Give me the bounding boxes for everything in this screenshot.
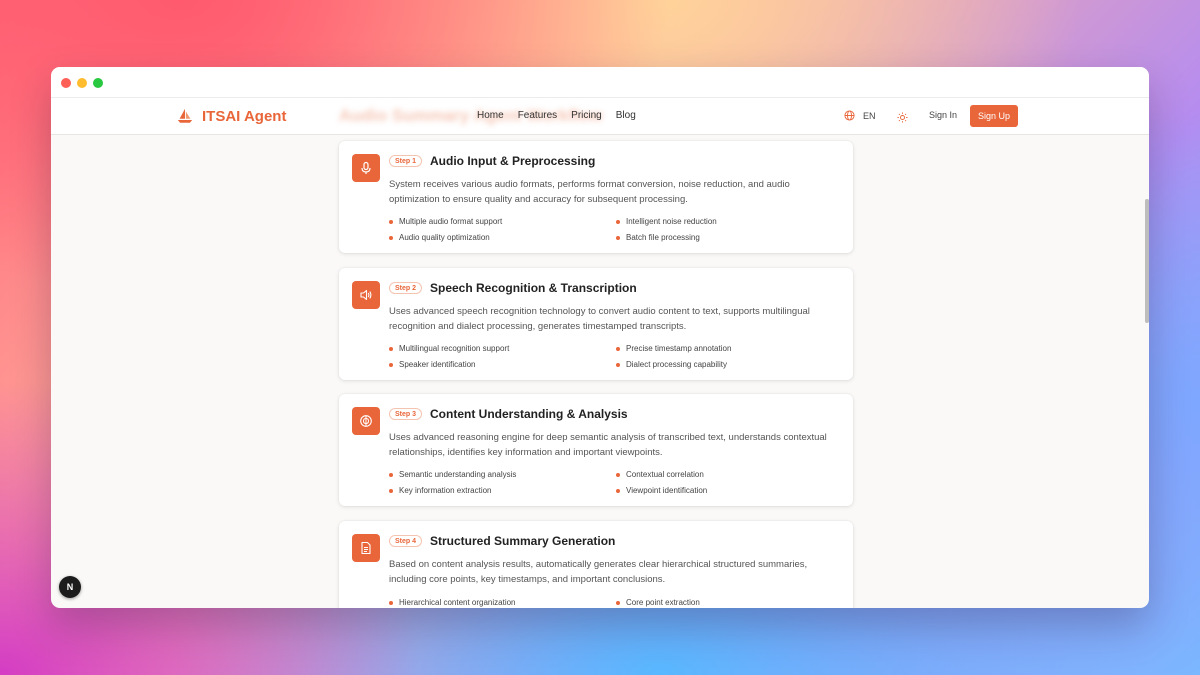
minimize-window-button[interactable] xyxy=(77,78,87,88)
page-scrollbar[interactable] xyxy=(1145,199,1149,323)
step-icon-box xyxy=(352,407,380,435)
bullet-dot xyxy=(616,235,620,240)
nav-features[interactable]: Features xyxy=(518,110,557,121)
feature-label: Audio quality optimization xyxy=(399,233,490,242)
feature-label: Viewpoint identification xyxy=(626,486,708,495)
close-window-button[interactable] xyxy=(61,78,71,88)
step-card: Step 3 Content Understanding & Analysis … xyxy=(339,394,853,506)
nav-pricing[interactable]: Pricing xyxy=(571,110,602,121)
nav-links: Home Features Pricing Blog xyxy=(477,110,636,121)
step-badge: Step 2 xyxy=(389,282,423,294)
language-switcher[interactable]: EN xyxy=(844,110,876,121)
top-navbar: ITSAI Agent Audio Summary Agent Workflow… xyxy=(51,98,1149,135)
sign-up-button[interactable]: Sign Up xyxy=(970,105,1018,127)
feature-item: Audio quality optimization xyxy=(389,233,490,242)
feature-label: Speaker identification xyxy=(399,360,476,369)
feature-item: Batch file processing xyxy=(616,233,700,242)
step-card: Step 2 Speech Recognition & Transcriptio… xyxy=(339,268,853,380)
step-description: Uses advanced reasoning engine for deep … xyxy=(389,432,827,458)
bullet-dot xyxy=(616,219,620,224)
feature-label: Key information extraction xyxy=(399,486,492,495)
document-icon xyxy=(361,541,371,555)
feature-label: Dialect processing capability xyxy=(626,360,727,369)
step-description: System receives various audio formats, p… xyxy=(389,179,790,205)
sun-icon xyxy=(897,112,908,123)
step-title: Content Understanding & Analysis xyxy=(430,407,628,421)
feature-item: Intelligent noise reduction xyxy=(616,217,717,226)
feature-item: Core point extraction xyxy=(616,598,700,607)
feature-item: Dialect processing capability xyxy=(616,360,727,369)
feature-item: Precise timestamp annotation xyxy=(616,344,731,353)
feature-label: Multiple audio format support xyxy=(399,217,503,226)
feature-label: Core point extraction xyxy=(626,598,700,607)
nav-blog[interactable]: Blog xyxy=(616,110,636,121)
nav-home[interactable]: Home xyxy=(477,110,504,121)
bullet-dot xyxy=(389,600,393,605)
step-description: Uses advanced speech recognition technol… xyxy=(389,306,810,332)
brain-icon xyxy=(360,415,372,427)
bullet-dot xyxy=(616,346,620,351)
feature-label: Contextual correlation xyxy=(626,470,704,479)
feature-label: Hierarchical content organization xyxy=(399,598,516,607)
feature-item: Contextual correlation xyxy=(616,470,704,479)
language-label: EN xyxy=(863,110,876,121)
sign-in-link[interactable]: Sign In xyxy=(929,110,957,120)
feature-label: Multilingual recognition support xyxy=(399,344,510,353)
bullet-dot xyxy=(389,235,393,240)
sailboat-icon xyxy=(177,108,193,123)
feature-item: Semantic understanding analysis xyxy=(389,470,516,479)
brand-name: ITSAI Agent xyxy=(202,107,287,125)
bullet-dot xyxy=(389,472,393,477)
feature-item: Multilingual recognition support xyxy=(389,344,509,353)
feature-item: Multiple audio format support xyxy=(389,217,502,226)
browser-window: ITSAI Agent Audio Summary Agent Workflow… xyxy=(51,67,1149,608)
step-title: Speech Recognition & Transcription xyxy=(430,281,637,295)
microphone-icon xyxy=(361,161,371,174)
step-title: Audio Input & Preprocessing xyxy=(430,154,596,168)
feature-item: Viewpoint identification xyxy=(616,486,707,495)
feature-item: Key information extraction xyxy=(389,486,492,495)
bullet-dot xyxy=(616,472,620,477)
bullet-dot xyxy=(389,488,393,493)
theme-toggle[interactable] xyxy=(897,110,908,128)
step-title: Structured Summary Generation xyxy=(430,534,616,548)
workflow-steps: Step 1 Audio Input & Preprocessing Syste… xyxy=(51,136,1149,608)
bullet-dot xyxy=(389,219,393,224)
step-badge: Step 3 xyxy=(389,408,423,420)
feature-item: Hierarchical content organization xyxy=(389,598,516,607)
feature-label: Semantic understanding analysis xyxy=(399,470,517,479)
brand-logo[interactable]: ITSAI Agent xyxy=(176,107,286,125)
feature-label: Precise timestamp annotation xyxy=(626,344,732,353)
dev-tools-badge[interactable]: N xyxy=(59,576,81,598)
bullet-dot xyxy=(616,600,620,605)
bullet-dot xyxy=(389,362,393,367)
maximize-window-button[interactable] xyxy=(93,78,103,88)
step-card: Step 1 Audio Input & Preprocessing Syste… xyxy=(339,141,853,253)
window-titlebar xyxy=(51,67,1149,98)
feature-item: Speaker identification xyxy=(389,360,476,369)
step-icon-box xyxy=(352,154,380,182)
feature-label: Intelligent noise reduction xyxy=(626,217,717,226)
globe-icon xyxy=(844,110,855,121)
step-description: Based on content analysis results, autom… xyxy=(389,559,808,585)
speaker-icon xyxy=(360,289,372,301)
step-badge: Step 4 xyxy=(389,535,423,547)
bullet-dot xyxy=(389,346,393,351)
step-card: Step 4 Structured Summary Generation Bas… xyxy=(339,521,853,608)
step-icon-box xyxy=(352,281,380,309)
bullet-dot xyxy=(616,488,620,493)
step-icon-box xyxy=(352,534,380,562)
feature-label: Batch file processing xyxy=(626,233,700,242)
step-badge: Step 1 xyxy=(389,155,423,167)
bullet-dot xyxy=(616,362,620,367)
